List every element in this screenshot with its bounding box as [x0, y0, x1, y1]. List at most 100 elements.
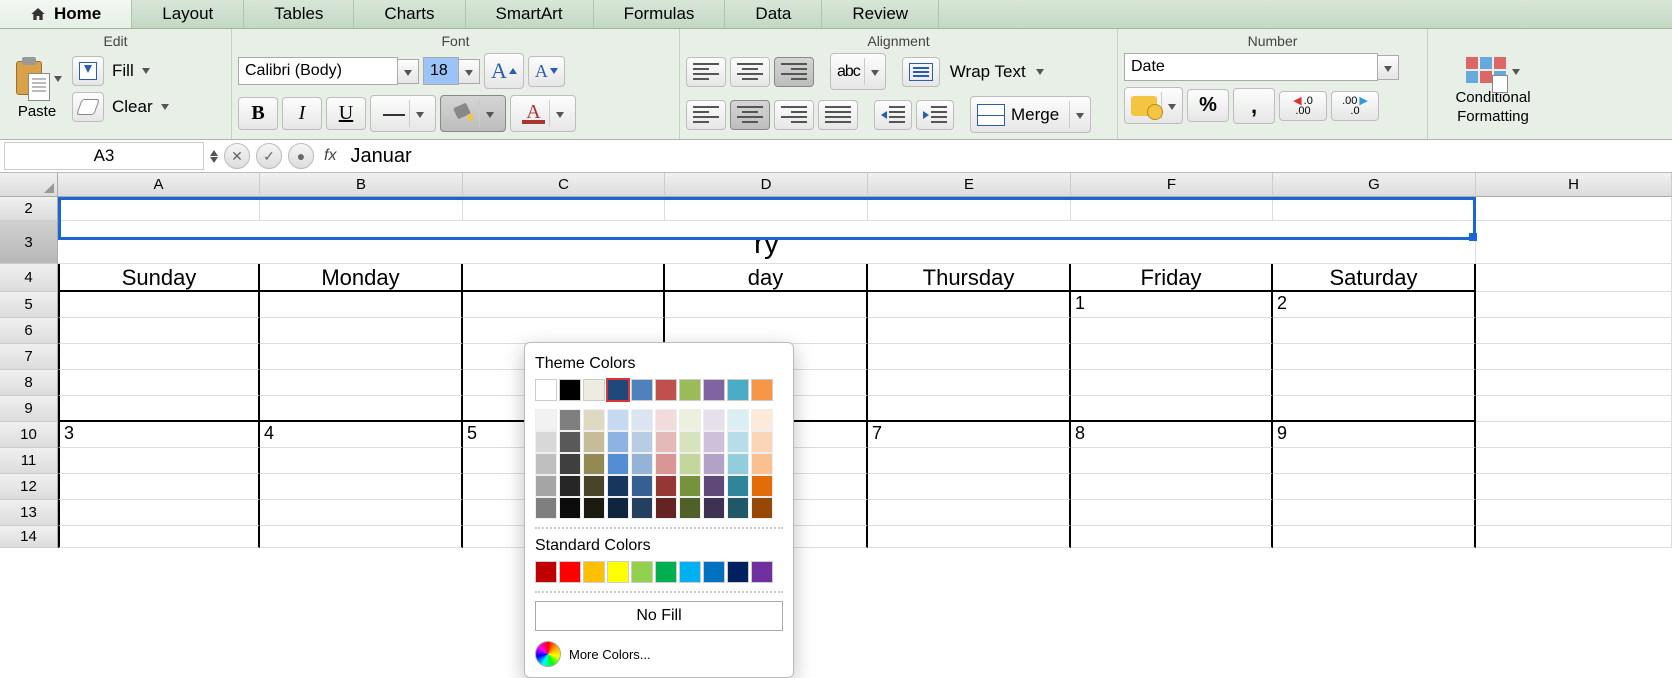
color-swatch[interactable]: [607, 409, 629, 431]
name-box[interactable]: [4, 142, 204, 170]
cell[interactable]: 3: [58, 422, 260, 448]
color-swatch[interactable]: [607, 475, 629, 497]
cell[interactable]: Thursday: [868, 264, 1071, 292]
column-header-F[interactable]: F: [1071, 173, 1273, 197]
cell[interactable]: [1476, 197, 1672, 221]
color-swatch[interactable]: [679, 497, 701, 519]
align-justify-button[interactable]: [818, 100, 858, 130]
cell[interactable]: [260, 292, 463, 318]
row-header-4[interactable]: 4: [0, 264, 58, 292]
accept-formula-button[interactable]: ✓: [256, 143, 282, 169]
cell[interactable]: Sunday: [58, 264, 260, 292]
cell[interactable]: [1273, 474, 1476, 500]
comma-button[interactable]: ,: [1233, 88, 1275, 124]
cell[interactable]: Friday: [1071, 264, 1273, 292]
color-swatch[interactable]: [535, 453, 557, 475]
cell[interactable]: Saturday: [1273, 264, 1476, 292]
color-swatch[interactable]: [703, 561, 725, 583]
cell[interactable]: [1273, 500, 1476, 526]
row-header-14[interactable]: 14: [0, 526, 58, 548]
color-swatch[interactable]: [631, 453, 653, 475]
decrease-indent-button[interactable]: [874, 100, 912, 130]
cell[interactable]: [1476, 318, 1672, 344]
underline-button[interactable]: U: [326, 97, 366, 130]
orientation-button[interactable]: abc: [830, 53, 886, 90]
color-swatch[interactable]: [703, 453, 725, 475]
color-swatch[interactable]: [535, 497, 557, 519]
align-middle-button[interactable]: [730, 57, 770, 87]
tab-formulas[interactable]: Formulas: [594, 0, 726, 28]
color-swatch[interactable]: [631, 561, 653, 583]
cell[interactable]: [1476, 221, 1672, 264]
cancel-formula-button[interactable]: ✕: [224, 143, 250, 169]
clear-button[interactable]: [72, 92, 104, 122]
cell[interactable]: [260, 500, 463, 526]
cell[interactable]: [1071, 396, 1273, 422]
cell[interactable]: [463, 292, 665, 318]
cell[interactable]: [260, 318, 463, 344]
cell[interactable]: [463, 318, 665, 344]
row-header-3[interactable]: 3: [0, 221, 58, 264]
color-swatch[interactable]: [583, 431, 605, 453]
row-header-10[interactable]: 10: [0, 422, 58, 448]
cell[interactable]: [58, 318, 260, 344]
cell[interactable]: 4: [260, 422, 463, 448]
color-swatch[interactable]: [559, 453, 581, 475]
row-header-2[interactable]: 2: [0, 197, 58, 221]
italic-button[interactable]: I: [282, 97, 322, 130]
color-swatch[interactable]: [751, 453, 773, 475]
color-swatch[interactable]: [583, 379, 605, 401]
color-swatch[interactable]: [583, 453, 605, 475]
cell[interactable]: [58, 500, 260, 526]
color-swatch[interactable]: [679, 409, 701, 431]
cell[interactable]: [868, 292, 1071, 318]
color-swatch[interactable]: [751, 379, 773, 401]
chevron-down-icon[interactable]: [1378, 55, 1399, 80]
cell[interactable]: [1071, 344, 1273, 370]
color-swatch[interactable]: [583, 409, 605, 431]
cell[interactable]: [260, 197, 463, 221]
color-swatch[interactable]: [655, 497, 677, 519]
color-swatch[interactable]: [559, 475, 581, 497]
color-swatch[interactable]: [559, 497, 581, 519]
color-swatch[interactable]: [607, 561, 629, 583]
cell[interactable]: Monday: [260, 264, 463, 292]
column-header-C[interactable]: C: [463, 173, 665, 197]
color-swatch[interactable]: [655, 379, 677, 401]
color-swatch[interactable]: [751, 409, 773, 431]
cell[interactable]: [1071, 370, 1273, 396]
cell[interactable]: [463, 264, 665, 292]
paste-button[interactable]: Paste: [6, 53, 68, 124]
column-header-A[interactable]: A: [58, 173, 260, 197]
fill-down-button[interactable]: [72, 56, 104, 86]
formula-builder-button[interactable]: ●: [288, 143, 314, 169]
align-right-button[interactable]: [774, 100, 814, 130]
color-swatch[interactable]: [727, 379, 749, 401]
color-swatch[interactable]: [583, 497, 605, 519]
color-swatch[interactable]: [607, 453, 629, 475]
cell[interactable]: [1476, 474, 1672, 500]
number-format-input[interactable]: [1124, 53, 1378, 81]
cell[interactable]: [1273, 396, 1476, 422]
increase-indent-button[interactable]: [916, 100, 954, 130]
cell[interactable]: [868, 526, 1071, 548]
chevron-down-icon[interactable]: [161, 104, 169, 110]
cell[interactable]: [1273, 526, 1476, 548]
font-size-combo[interactable]: [423, 57, 480, 85]
color-swatch[interactable]: [703, 475, 725, 497]
color-swatch[interactable]: [727, 497, 749, 519]
cell[interactable]: [1273, 197, 1476, 221]
font-name-input[interactable]: [238, 57, 398, 85]
cell[interactable]: [1476, 396, 1672, 422]
cell[interactable]: [1273, 370, 1476, 396]
cell[interactable]: [58, 370, 260, 396]
cell[interactable]: [1071, 318, 1273, 344]
currency-button[interactable]: [1124, 87, 1183, 124]
cell[interactable]: [868, 370, 1071, 396]
color-swatch[interactable]: [631, 409, 653, 431]
row-header-9[interactable]: 9: [0, 396, 58, 422]
cell[interactable]: day: [665, 264, 868, 292]
color-swatch[interactable]: [535, 431, 557, 453]
tab-layout[interactable]: Layout: [132, 0, 244, 28]
color-swatch[interactable]: [583, 561, 605, 583]
